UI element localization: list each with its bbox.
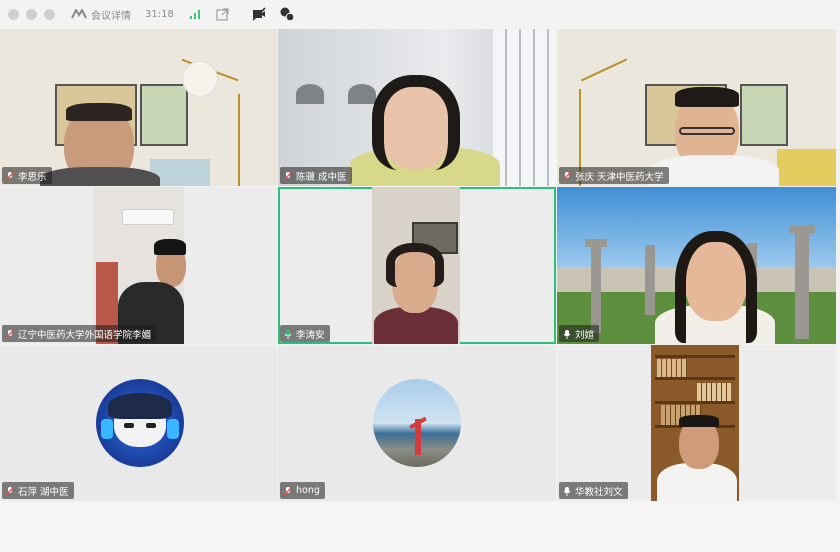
meeting-details-label: 会议详情 xyxy=(91,10,131,22)
stop-video-button[interactable] xyxy=(252,7,266,21)
bottom-toolbar-area xyxy=(0,503,840,552)
no-video-icon xyxy=(252,7,266,21)
signal-icon xyxy=(189,10,200,19)
participant-name: 李思乐 xyxy=(18,171,47,183)
meeting-logo-icon xyxy=(71,9,87,19)
participant-tile[interactable]: 华教社刘文 xyxy=(557,345,836,501)
participant-tile[interactable]: 陈骥 成中医 xyxy=(278,29,556,186)
mic-muted-icon xyxy=(283,486,293,495)
video-grid: 李思乐 陈骥 成中医 张庆 天津中医药大学 辽宁中医药大学外国语学院李媚 李涛安… xyxy=(0,29,836,503)
participant-name-tag: 华教社刘文 xyxy=(559,482,628,499)
title-bar: 会议详情 31:18 xyxy=(0,0,840,28)
participant-tile[interactable]: 李思乐 xyxy=(0,29,277,186)
window-controls xyxy=(8,8,55,20)
mic-muted-icon xyxy=(5,329,15,338)
mic-muted-icon xyxy=(562,171,572,180)
close-window-button[interactable] xyxy=(8,8,19,20)
participant-name-tag: 刘媗 xyxy=(559,325,600,342)
participant-tile[interactable]: 刘媗 xyxy=(557,187,836,344)
share-out-button[interactable] xyxy=(216,7,230,21)
participant-name: hong xyxy=(296,485,320,496)
participant-tile[interactable]: 张庆 天津中医药大学 xyxy=(557,29,836,186)
mic-icon xyxy=(563,329,571,339)
participant-tile[interactable]: hong xyxy=(278,345,556,501)
translate-button[interactable] xyxy=(280,7,294,21)
minimize-window-button[interactable] xyxy=(26,8,37,20)
participant-name-tag: 石萍 湖中医 xyxy=(2,482,74,499)
participant-name: 张庆 天津中医药大学 xyxy=(575,171,664,183)
grid-scrollbar[interactable] xyxy=(836,29,840,503)
meeting-timer: 31:18 xyxy=(145,8,174,20)
avatar xyxy=(96,379,184,467)
maximize-window-button[interactable] xyxy=(44,8,55,20)
participant-tile-active[interactable]: 李涛安 xyxy=(278,187,556,344)
mic-speaking-icon xyxy=(284,329,292,339)
participant-name: 石萍 湖中医 xyxy=(18,486,69,498)
signal-button[interactable] xyxy=(188,7,202,21)
participant-name-tag: hong xyxy=(280,482,325,499)
translate-icon xyxy=(280,7,294,21)
participant-tile[interactable]: 辽宁中医药大学外国语学院李媚 xyxy=(0,187,277,344)
mic-muted-icon xyxy=(5,171,15,180)
meeting-details-button[interactable]: 会议详情 xyxy=(71,7,131,22)
avatar xyxy=(373,379,461,467)
mic-icon xyxy=(563,486,571,496)
mic-muted-icon xyxy=(5,486,15,495)
participant-name: 华教社刘文 xyxy=(575,486,623,498)
participant-name-tag: 李涛安 xyxy=(280,325,330,342)
mic-muted-icon xyxy=(283,171,293,180)
participant-tile[interactable]: 石萍 湖中医 xyxy=(0,345,277,501)
participant-name-tag: 李思乐 xyxy=(2,167,52,184)
participant-name-tag: 陈骥 成中医 xyxy=(280,167,352,184)
participant-name: 刘媗 xyxy=(575,329,595,341)
participant-name: 陈骥 成中医 xyxy=(296,171,347,183)
participant-name: 李涛安 xyxy=(296,329,325,341)
participant-name-tag: 辽宁中医药大学外国语学院李媚 xyxy=(2,325,157,342)
participant-name: 辽宁中医药大学外国语学院李媚 xyxy=(18,329,152,341)
participant-name-tag: 张庆 天津中医药大学 xyxy=(559,167,669,184)
share-out-icon xyxy=(216,7,229,21)
